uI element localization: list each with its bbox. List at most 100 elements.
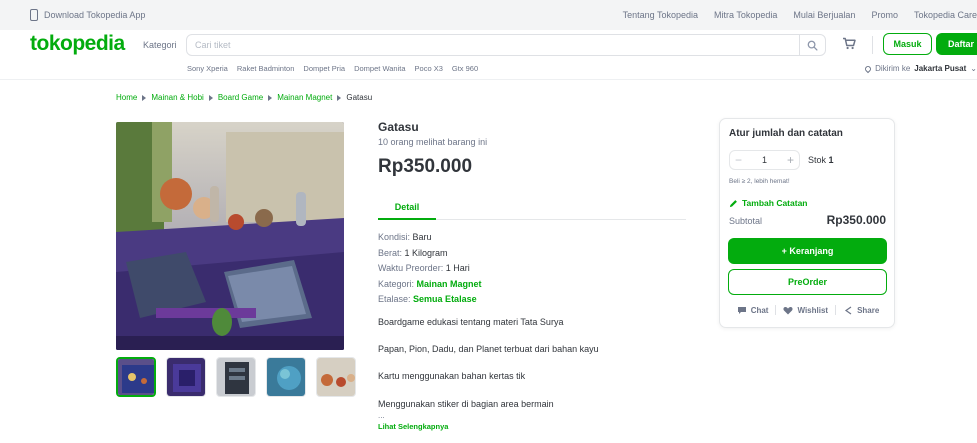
purchase-card: Atur jumlah dan catatan − 1 + Stok 1 Bel… xyxy=(719,118,895,328)
main-header: tokopedia Kategori Masuk Daftar Sony Xpe… xyxy=(0,30,977,80)
add-note-label: Tambah Catatan xyxy=(742,198,808,208)
breadcrumb-mainan-hobi[interactable]: Mainan & Hobi xyxy=(151,93,203,102)
location-prefix: Dikirim ke xyxy=(875,64,911,73)
tab-detail[interactable]: Detail xyxy=(378,196,436,220)
breadcrumb: Home Mainan & Hobi Board Game Mainan Mag… xyxy=(116,93,372,102)
wishlist-button[interactable]: Wishlist xyxy=(776,306,835,315)
trending-item[interactable]: Raket Badminton xyxy=(237,64,295,73)
purchase-card-title: Atur jumlah dan catatan xyxy=(729,128,843,139)
subtotal-label: Subtotal xyxy=(729,216,763,226)
share-button[interactable]: Share xyxy=(836,306,886,315)
location-pin-icon xyxy=(863,64,873,73)
link-mitra[interactable]: Mitra Tokopedia xyxy=(714,10,777,20)
phone-icon xyxy=(30,9,38,21)
download-app-link[interactable]: Download Tokopedia App xyxy=(30,9,145,21)
breadcrumb-home[interactable]: Home xyxy=(116,93,137,102)
spec-label: Waktu Preorder: xyxy=(378,263,444,273)
kategori-menu[interactable]: Kategori xyxy=(143,40,177,50)
share-label: Share xyxy=(857,305,880,315)
description-line: Menggunakan stiker di bagian area bermai… xyxy=(378,398,554,409)
spec-kondisi: Kondisi: Baru xyxy=(378,230,686,246)
add-to-cart-button[interactable]: + Keranjang xyxy=(728,238,887,264)
share-icon xyxy=(845,306,852,314)
header-divider xyxy=(872,36,873,54)
product-tabs: Detail xyxy=(378,196,686,220)
spec-label: Kondisi: xyxy=(378,232,411,242)
product-title: Gatasu xyxy=(378,120,419,134)
thumbnail-1[interactable] xyxy=(116,357,156,397)
location-value: Jakarta Pusat xyxy=(914,64,967,73)
product-info: Gatasu 10 orang melihat barang ini Rp350… xyxy=(378,120,686,431)
trending-searches: Sony Xperia Raket Badminton Dompet Pria … xyxy=(187,64,478,73)
spec-kategori-link[interactable]: Mainan Magnet xyxy=(417,279,482,289)
stock-label: Stok xyxy=(808,155,827,165)
trending-item[interactable]: Dompet Pria xyxy=(303,64,345,73)
login-button[interactable]: Masuk xyxy=(883,33,932,55)
breadcrumb-board-game[interactable]: Board Game xyxy=(218,93,263,102)
spec-label: Berat: xyxy=(378,247,403,258)
breadcrumb-separator-icon xyxy=(337,94,342,101)
thumbnail-5[interactable] xyxy=(316,357,356,397)
breadcrumb-current: Gatasu xyxy=(346,93,373,102)
top-links: Tentang Tokopedia Mitra Tokopedia Mulai … xyxy=(623,10,977,20)
chevron-down-icon: ⌄ xyxy=(970,64,977,73)
plus-icon[interactable]: + xyxy=(787,153,794,167)
cart-icon[interactable] xyxy=(842,37,856,50)
description-line: Boardgame edukasi tentang materi Tata Su… xyxy=(378,316,564,327)
top-bar: Download Tokopedia App Tentang Tokopedia… xyxy=(0,0,977,30)
product-views: 10 orang melihat barang ini xyxy=(378,137,488,147)
card-actions: Chat Wishlist Share xyxy=(720,305,896,315)
stock-value: 1 xyxy=(828,155,834,165)
subtotal-value: Rp350.000 xyxy=(826,213,886,227)
breadcrumb-separator-icon xyxy=(268,94,273,101)
spec-label: Etalase: xyxy=(378,294,411,304)
trending-item[interactable]: Sony Xperia xyxy=(187,64,228,73)
product-price: Rp350.000 xyxy=(378,156,473,177)
breadcrumb-separator-icon xyxy=(142,94,147,101)
chat-button[interactable]: Chat xyxy=(730,306,776,315)
search-icon xyxy=(807,40,818,51)
product-description: Boardgame edukasi tentang materi Tata Su… xyxy=(378,317,686,420)
link-mulai-berjualan[interactable]: Mulai Berjualan xyxy=(793,10,855,20)
chat-icon xyxy=(737,306,746,314)
heart-icon xyxy=(783,306,794,314)
breadcrumb-separator-icon xyxy=(208,94,213,101)
link-tentang[interactable]: Tentang Tokopedia xyxy=(623,10,698,20)
shipping-location[interactable]: Dikirim ke Jakarta Pusat ⌄ xyxy=(863,64,977,73)
minus-icon[interactable]: − xyxy=(735,153,742,167)
spec-etalase-link[interactable]: Semua Etalase xyxy=(413,294,477,304)
quantity-value[interactable]: 1 xyxy=(762,155,767,165)
link-promo[interactable]: Promo xyxy=(871,10,898,20)
search-button[interactable] xyxy=(799,35,825,55)
spec-value: 1 Kilogram xyxy=(404,247,448,258)
trending-item[interactable]: Poco X3 xyxy=(415,64,443,73)
search-input[interactable] xyxy=(187,35,787,55)
thumbnail-3[interactable] xyxy=(216,357,256,397)
product-main-image[interactable] xyxy=(116,122,344,350)
trending-item[interactable]: Dompet Wanita xyxy=(354,64,405,73)
spec-kategori: Kategori: Mainan Magnet xyxy=(378,277,686,293)
tokopedia-logo[interactable]: tokopedia xyxy=(30,32,125,56)
stock-info: Stok 1 xyxy=(808,155,834,165)
add-note-button[interactable]: Tambah Catatan xyxy=(729,198,808,208)
search-bar xyxy=(186,34,826,56)
wishlist-label: Wishlist xyxy=(797,305,829,315)
register-button[interactable]: Daftar xyxy=(936,33,977,55)
trending-item[interactable]: Gtx 960 xyxy=(452,64,478,73)
thumbnail-4[interactable] xyxy=(266,357,306,397)
spec-value: Baru xyxy=(412,232,432,242)
download-app-label: Download Tokopedia App xyxy=(44,10,146,20)
description-ellipsis: ... xyxy=(378,410,385,420)
product-specs: Kondisi: Baru Berat: 1 Kilogram Waktu Pr… xyxy=(378,230,686,308)
quantity-stepper[interactable]: − 1 + xyxy=(729,150,800,170)
spec-preorder: Waktu Preorder: 1 Hari xyxy=(378,261,686,277)
spec-berat: Berat: 1 Kilogram xyxy=(378,246,686,262)
breadcrumb-mainan-magnet[interactable]: Mainan Magnet xyxy=(277,93,332,102)
link-care[interactable]: Tokopedia Care xyxy=(914,10,977,20)
thumbnail-2[interactable] xyxy=(166,357,206,397)
chat-label: Chat xyxy=(750,305,769,315)
read-more-link[interactable]: Lihat Selengkapnya xyxy=(378,422,686,431)
description-line: Kartu menggunakan bahan kertas tik xyxy=(378,370,526,381)
preorder-button[interactable]: PreOrder xyxy=(728,269,887,295)
thumbnail-list xyxy=(116,357,356,397)
